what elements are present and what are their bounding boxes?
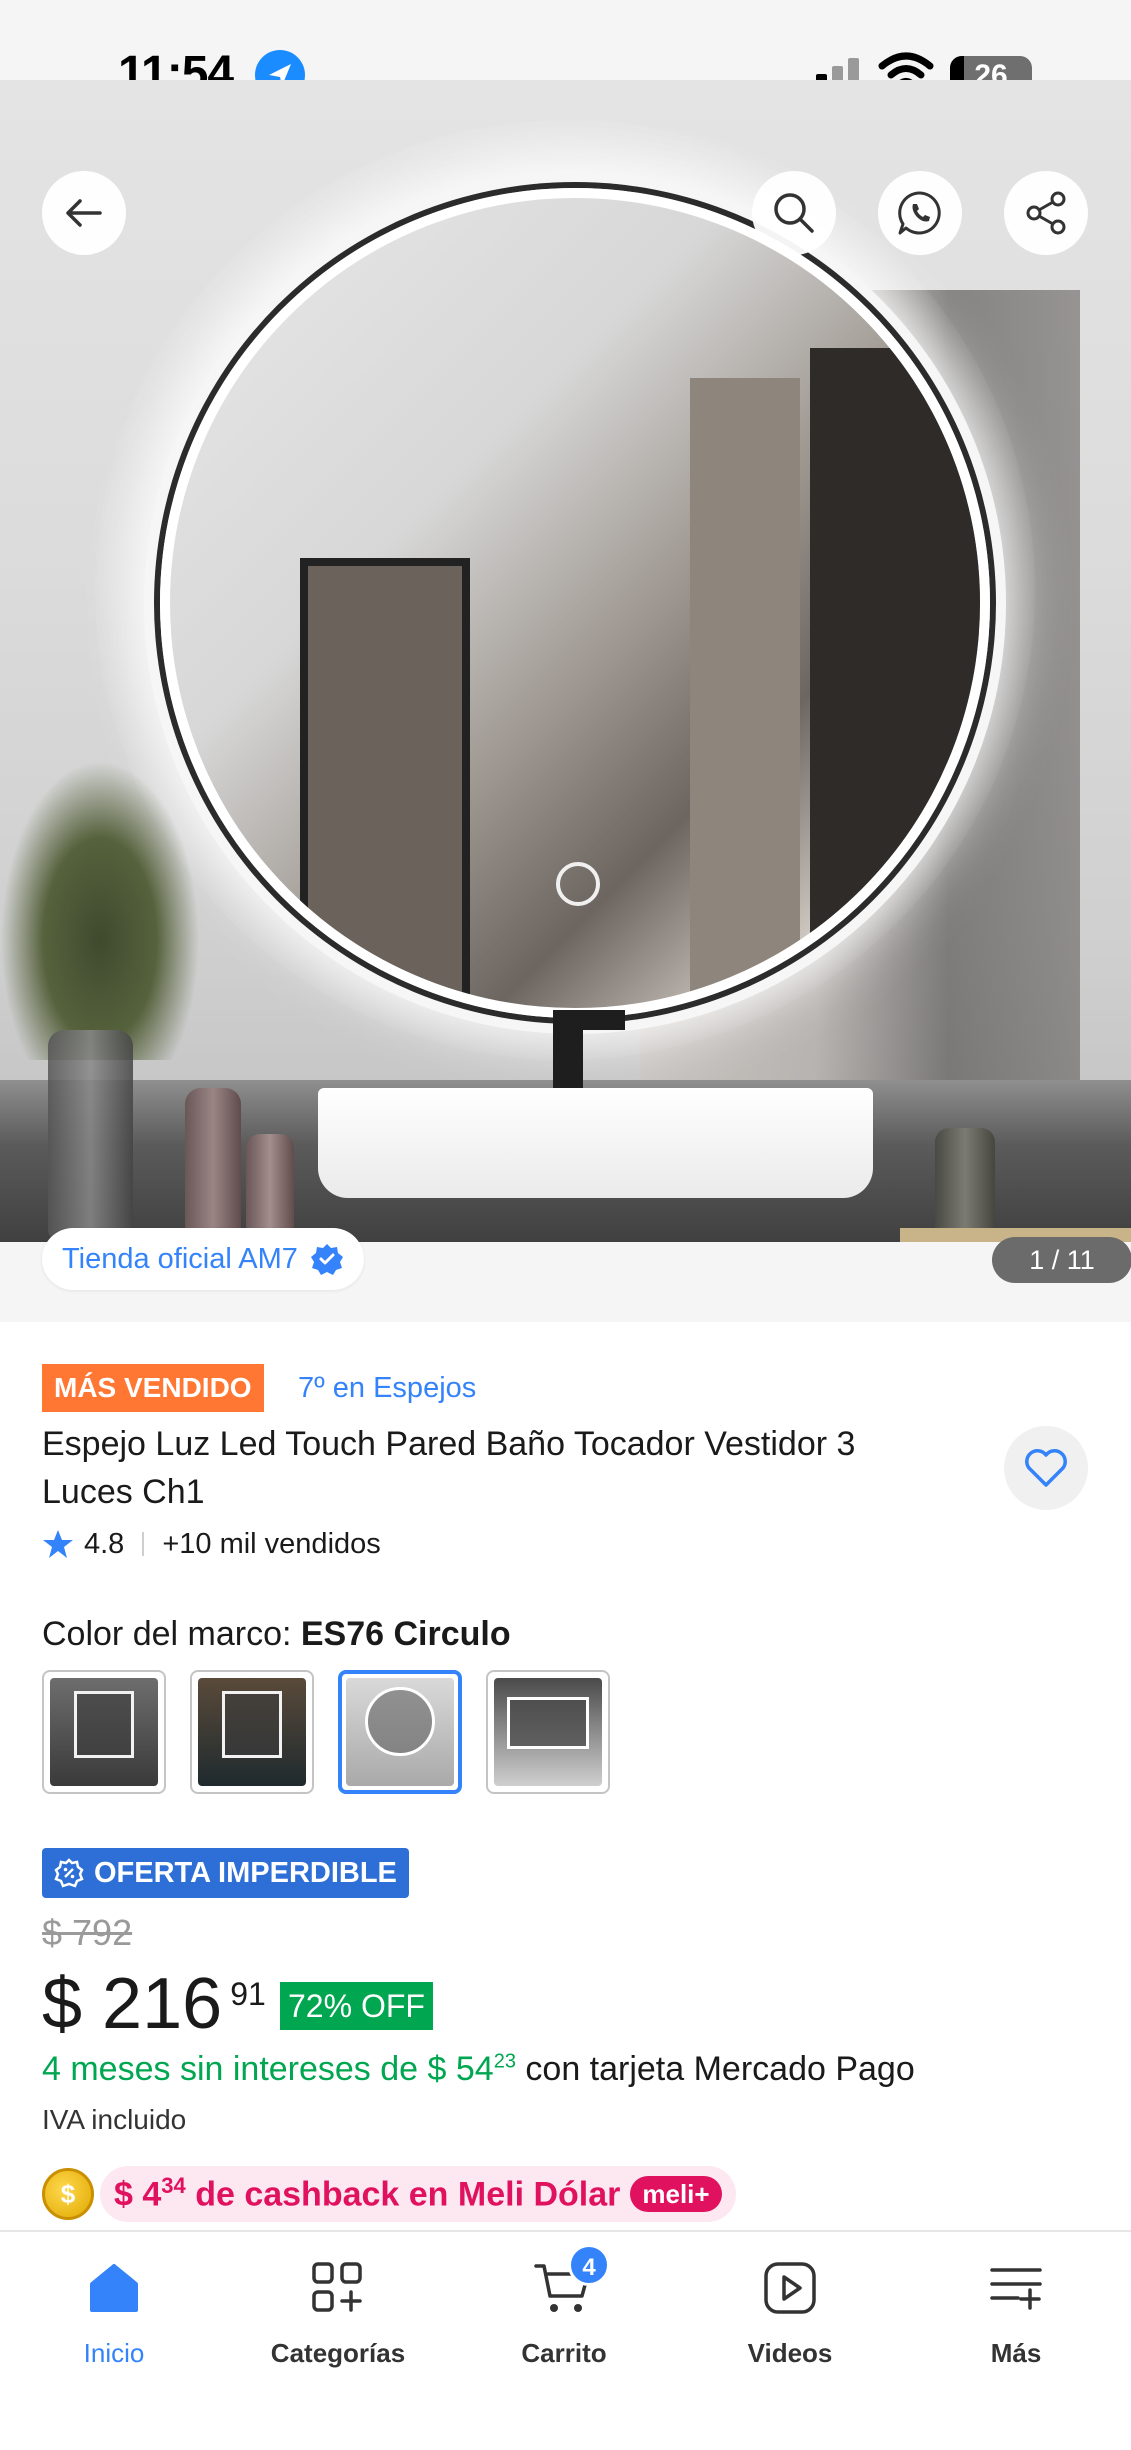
discount-badge: 72% OFF (280, 1982, 433, 2030)
cart-count-badge: 4 (568, 2244, 610, 2286)
favorite-button[interactable] (1004, 1426, 1088, 1510)
official-store-label: Tienda oficial AM7 (62, 1242, 298, 1275)
best-seller-badge: MÁS VENDIDO (42, 1364, 264, 1412)
nav-item-home[interactable]: Inicio (14, 2258, 214, 2369)
price-amount: $ 216 (42, 1964, 223, 2044)
nav-item-categories[interactable]: Categorías (238, 2258, 438, 2369)
image-bottle (185, 1088, 241, 1238)
image-bottle (246, 1134, 294, 1238)
color-option[interactable] (42, 1670, 166, 1794)
image-vase (48, 1030, 133, 1240)
nav-label: Videos (747, 2338, 833, 2368)
nav-item-more[interactable]: Más (916, 2258, 1116, 2369)
color-selector-label: Color del marco: ES76 Circulo (42, 1615, 511, 1654)
deal-tag-icon (54, 1858, 84, 1888)
image-sink (318, 1088, 873, 1198)
status-bar: 11:54 26 (0, 0, 1131, 100)
original-price: $ 792 (42, 1912, 133, 1953)
mirror-reflection-pillar (690, 378, 800, 1008)
image-plant (0, 760, 200, 1060)
nav-label: Categorías (270, 2338, 406, 2368)
cashback-text: $ 434 de cashback en Meli Dólar (114, 2173, 620, 2214)
rating-value: 4.8 (84, 1527, 125, 1560)
back-button[interactable] (42, 171, 126, 255)
color-option-image (198, 1678, 306, 1786)
color-options (42, 1670, 610, 1794)
rating-divider (142, 1532, 145, 1556)
meli-dollar-coin-icon: $ (42, 2168, 94, 2220)
deal-badge-label: OFERTA IMPERDIBLE (94, 1856, 397, 1889)
color-option-image (50, 1678, 158, 1786)
search-icon (774, 193, 814, 233)
deal-badge: OFERTA IMPERDIBLE (42, 1848, 409, 1898)
product-title: Espejo Luz Led Touch Pared Baño Tocador … (42, 1425, 856, 1511)
share-icon (1026, 191, 1066, 235)
current-price: $ 216 91 (42, 1960, 266, 2048)
selected-color-value: ES76 Circulo (300, 1615, 511, 1653)
product-image-gallery[interactable] (0, 80, 1131, 1242)
color-option-image (494, 1678, 602, 1786)
image-counter: 1 / 11 (992, 1237, 1131, 1283)
video-icon (760, 2258, 820, 2318)
mirror-reflection-shadow (810, 348, 980, 1008)
tax-note: IVA incluido (42, 2104, 187, 2135)
installments-info[interactable]: 4 meses sin intereses de $ 5423 con tarj… (42, 2050, 915, 2089)
sold-count: +10 mil vendidos (162, 1527, 381, 1560)
color-option-selected[interactable] (338, 1670, 462, 1794)
category-rank-link[interactable]: 7º en Espejos (298, 1372, 476, 1405)
nav-label: Más (990, 2338, 1042, 2368)
cashback-pill: $ 434 de cashback en Meli Dólar meli+ (100, 2166, 736, 2222)
nav-item-videos[interactable]: Videos (690, 2258, 890, 2369)
installments-amount: 4 meses sin intereses de $ 54 (42, 2050, 494, 2088)
installments-cents: 23 (493, 2050, 516, 2073)
search-button[interactable] (752, 171, 836, 255)
star-icon (43, 1530, 73, 1558)
whatsapp-icon (898, 191, 941, 235)
home-icon (84, 2258, 144, 2318)
categories-icon (308, 2258, 368, 2318)
color-option-image (346, 1678, 454, 1786)
cashback-description: de cashback en Meli Dólar (195, 2175, 621, 2214)
color-option[interactable] (190, 1670, 314, 1794)
cashback-amount: $ 4 (114, 2175, 162, 2214)
nav-label: Carrito (521, 2338, 607, 2368)
heart-icon (1025, 1449, 1067, 1487)
cashback-cents: 34 (161, 2173, 186, 2199)
image-faucet (553, 1010, 625, 1094)
color-label-text: Color del marco: (42, 1615, 292, 1653)
installments-card: con tarjeta Mercado Pago (525, 2050, 915, 2088)
mirror-reflection-door (300, 558, 470, 1008)
price-cents: 91 (230, 1976, 266, 2012)
share-button[interactable] (1004, 171, 1088, 255)
mirror-touch-power-icon (556, 862, 600, 906)
back-arrow-icon (66, 199, 102, 227)
nav-label: Inicio (83, 2338, 145, 2368)
meli-plus-badge: meli+ (630, 2176, 722, 2212)
whatsapp-share-button[interactable] (878, 171, 962, 255)
more-icon (986, 2258, 1046, 2318)
rating-row[interactable]: 4.8 +10 mil vendidos (42, 1524, 381, 1564)
cart-icon: 4 (534, 2244, 610, 2318)
nav-item-cart[interactable]: 4 Carrito (464, 2244, 664, 2369)
official-store-link[interactable]: Tienda oficial AM7 (42, 1228, 364, 1290)
cashback-banner[interactable]: $ $ 434 de cashback en Meli Dólar meli+ (42, 2166, 736, 2222)
verified-badge-icon (310, 1244, 343, 1275)
color-option[interactable] (486, 1670, 610, 1794)
image-bottle (935, 1128, 995, 1238)
bottom-navigation: Inicio Categorías 4 Carrito Videos Más (0, 2230, 1131, 2450)
